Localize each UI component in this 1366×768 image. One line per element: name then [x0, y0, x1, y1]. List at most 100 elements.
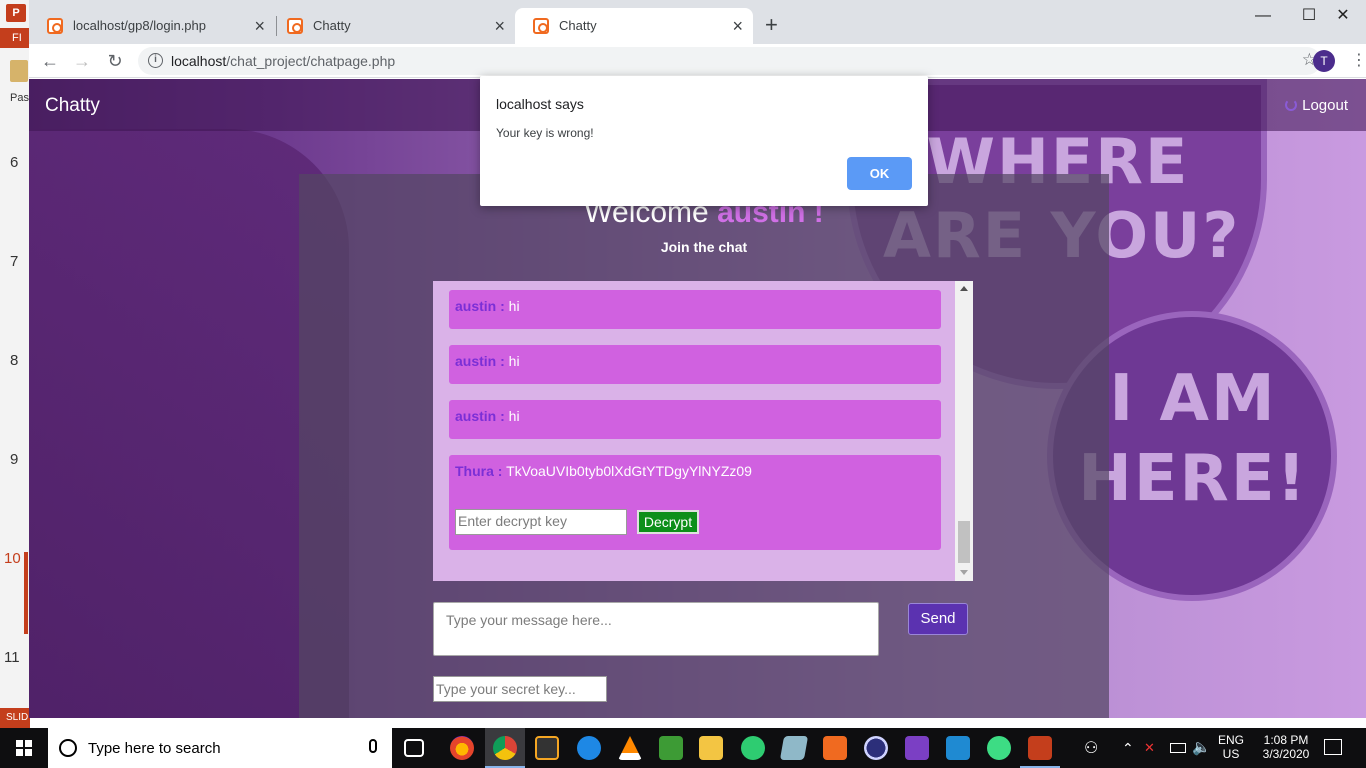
new-tab-button[interactable]: +	[765, 12, 778, 38]
minimize-button[interactable]: —	[1240, 4, 1286, 28]
power-icon	[1285, 99, 1298, 111]
url-text[interactable]: localhost/chat_project/chatpage.php	[171, 53, 395, 69]
battery-icon[interactable]	[1170, 743, 1186, 753]
clock[interactable]: 1:08 PM 3/3/2020	[1256, 733, 1316, 761]
message-text: hi	[504, 408, 520, 424]
vscode-icon[interactable]	[946, 736, 970, 760]
tab-chatty-active[interactable]: Chatty ×	[515, 8, 753, 44]
windows-icon	[16, 740, 32, 756]
decrypt-key-input[interactable]: Enter decrypt key	[455, 509, 627, 535]
message-sender: austin :	[455, 408, 505, 424]
active-slide-indicator	[24, 552, 28, 634]
message-sender: Thura :	[455, 463, 503, 479]
chat-message: austin : hi	[449, 345, 941, 384]
firefox-icon[interactable]	[450, 736, 474, 760]
visual-studio-icon[interactable]	[905, 736, 929, 760]
back-arrow-icon[interactable]: ←	[38, 49, 62, 73]
slide-number[interactable]: 9	[10, 451, 18, 468]
taskbar-search[interactable]: Type here to search	[48, 728, 392, 768]
volume-icon[interactable]: 🔈	[1192, 738, 1211, 756]
notifications-icon[interactable]	[1324, 739, 1342, 755]
ribbon-file-tab[interactable]: FI	[0, 28, 30, 48]
info-icon[interactable]: i	[148, 53, 163, 68]
slide-number-active[interactable]: 10	[4, 550, 21, 567]
alert-dialog: localhost says Your key is wrong! OK	[480, 76, 928, 206]
close-tab-icon[interactable]: ×	[732, 8, 743, 44]
tab-login[interactable]: localhost/gp8/login.php ×	[29, 8, 275, 44]
message-sender: austin :	[455, 298, 505, 314]
slide-number[interactable]: 6	[10, 154, 18, 171]
slide-number[interactable]: 11	[4, 649, 20, 666]
powerpoint-window-edge: P FI Pas 6 7 8 9 10 11 SLID	[0, 0, 30, 728]
close-window-button[interactable]: ✕	[1320, 4, 1366, 28]
android-studio-icon[interactable]	[987, 736, 1011, 760]
alert-message: Your key is wrong!	[496, 126, 594, 140]
search-placeholder: Type here to search	[88, 740, 221, 757]
notepad-plus-icon[interactable]	[659, 736, 683, 760]
xampp-favicon-icon	[533, 18, 549, 34]
powerpoint-icon: P	[6, 4, 26, 22]
message-text: hi	[504, 298, 520, 314]
close-tab-icon[interactable]: ×	[254, 8, 265, 44]
reload-icon[interactable]: ↻	[103, 49, 127, 73]
paste-icon[interactable]	[10, 60, 28, 82]
language-indicator[interactable]: ENG US	[1218, 733, 1244, 761]
message-text: hi	[504, 353, 520, 369]
search-icon	[59, 739, 77, 757]
xampp-favicon-icon	[287, 18, 303, 34]
forward-arrow-icon[interactable]: →	[70, 49, 94, 73]
send-button[interactable]: Send	[908, 603, 968, 635]
scroll-down-icon[interactable]	[960, 570, 968, 575]
eclipse-icon[interactable]	[864, 736, 888, 760]
ok-button[interactable]: OK	[847, 157, 912, 190]
paste-label: Pas	[10, 92, 29, 104]
profile-avatar[interactable]: T	[1313, 50, 1335, 72]
message-sender: austin :	[455, 353, 505, 369]
show-hidden-icons-icon[interactable]: ⌃	[1122, 740, 1134, 757]
slide-number[interactable]: 8	[10, 352, 18, 369]
microphone-icon[interactable]	[369, 739, 377, 753]
chat-message: austin : hi	[449, 290, 941, 329]
more-menu-icon[interactable]: ⋮	[1351, 50, 1366, 72]
close-tab-icon[interactable]: ×	[494, 8, 505, 44]
taskbar: Type here to search ⚇ ⌃ ✕ 🔈 ENG US 1:08 …	[0, 728, 1366, 768]
logout-link[interactable]: Logout	[1285, 97, 1348, 114]
status-bar: SLID	[0, 708, 30, 728]
tab-title: Chatty	[313, 18, 351, 33]
encrypted-message: Thura : TkVoaUVIb0tyb0lXdGtYTDgyYlNYZz09…	[449, 455, 941, 550]
scroll-thumb[interactable]	[958, 521, 970, 563]
brand-logo[interactable]: Chatty	[45, 95, 100, 117]
tab-title: Chatty	[559, 18, 597, 33]
address-bar[interactable]: i localhost/chat_project/chatpage.php ☆	[138, 47, 1321, 75]
secret-key-input[interactable]: Type your secret key...	[433, 676, 607, 702]
xampp-icon[interactable]	[823, 736, 847, 760]
tab-strip: localhost/gp8/login.php × Chatty × Chatt…	[29, 0, 1366, 44]
chat-scrollbar[interactable]	[955, 281, 973, 581]
atom-icon[interactable]	[741, 736, 765, 760]
sublime-text-icon[interactable]	[535, 736, 559, 760]
region-code: US	[1222, 747, 1240, 761]
edge-icon[interactable]	[577, 736, 601, 760]
people-icon[interactable]: ⚇	[1084, 738, 1098, 758]
message-textarea[interactable]: Type your message here...	[433, 602, 879, 656]
chat-messages[interactable]: austin : hi austin : hi austin : hi Thur…	[433, 281, 973, 581]
app-icon[interactable]	[779, 736, 809, 760]
chat-message: austin : hi	[449, 400, 941, 439]
bubble-text: I AM HERE!	[1078, 362, 1308, 516]
tab-chatty[interactable]: Chatty ×	[269, 8, 515, 44]
vlc-icon[interactable]	[618, 736, 642, 760]
logout-label: Logout	[1302, 97, 1348, 114]
task-view-icon[interactable]	[404, 739, 424, 757]
chrome-icon[interactable]	[493, 736, 517, 760]
chat-panel: Welcome austin ! Join the chat austin : …	[299, 174, 1109, 718]
url-path: /chat_project/chatpage.php	[226, 53, 396, 69]
powerpoint-taskbar-icon[interactable]	[1028, 736, 1052, 760]
file-explorer-icon[interactable]	[699, 736, 723, 760]
network-icon[interactable]: ✕	[1144, 740, 1155, 756]
start-button[interactable]	[0, 728, 48, 768]
tab-title: localhost/gp8/login.php	[73, 18, 206, 33]
slide-number[interactable]: 7	[10, 253, 18, 270]
clock-time: 1:08 PM	[1263, 733, 1309, 747]
scroll-up-icon[interactable]	[960, 286, 968, 291]
decrypt-button[interactable]: Decrypt	[637, 510, 699, 534]
